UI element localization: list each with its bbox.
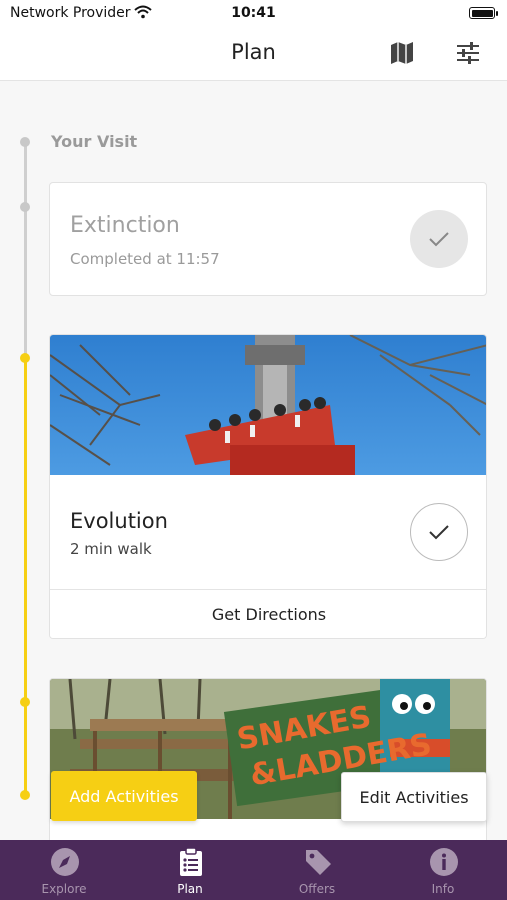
battery-icon xyxy=(469,7,498,19)
tab-label: Explore xyxy=(41,882,87,896)
status-bar: Network Provider 10:41 xyxy=(0,0,507,28)
timeline-dot xyxy=(20,697,30,707)
get-directions-button[interactable]: Get Directions xyxy=(50,590,486,638)
timeline-dot xyxy=(20,137,30,147)
activity-name: Evolution xyxy=(70,509,168,533)
walk-time: 2 min walk xyxy=(70,540,152,558)
clock: 10:41 xyxy=(231,5,276,21)
sliders-icon[interactable] xyxy=(455,40,481,66)
tab-plan[interactable]: Plan xyxy=(127,840,253,900)
timeline-line-past xyxy=(24,142,27,358)
mark-complete-button[interactable] xyxy=(410,503,468,561)
section-label: Your Visit xyxy=(51,132,138,151)
map-icon[interactable] xyxy=(389,40,415,66)
ride-photo xyxy=(50,335,486,475)
activity-name: Extinction xyxy=(70,213,180,238)
clipboard-list-icon xyxy=(180,847,202,876)
tab-info[interactable]: Info xyxy=(380,840,506,900)
nav-bar: Plan xyxy=(0,28,507,81)
tab-label: Info xyxy=(431,882,455,896)
tag-icon xyxy=(306,850,331,875)
info-icon xyxy=(430,848,458,876)
completed-check-button[interactable] xyxy=(410,210,468,268)
timeline-dot xyxy=(20,202,30,212)
activity-card-next[interactable]: SNAKES &LADDERS xyxy=(49,678,487,848)
tab-explore[interactable]: Explore xyxy=(1,840,127,900)
completed-time: Completed at 11:57 xyxy=(70,250,220,268)
check-icon xyxy=(429,232,449,247)
tab-bar: Explore Plan Offers Info xyxy=(0,840,507,900)
compass-icon xyxy=(51,848,79,876)
edit-activities-button[interactable]: Edit Activities xyxy=(341,772,487,822)
tab-label: Offers xyxy=(298,882,336,896)
timeline-dot xyxy=(20,353,30,363)
timeline-dot xyxy=(20,790,30,800)
tab-label: Plan xyxy=(177,882,203,896)
timeline-line-upcoming xyxy=(24,358,27,795)
check-icon xyxy=(429,525,449,540)
page-title: Plan xyxy=(231,40,276,64)
activity-card-upcoming[interactable]: Evolution 2 min walk Get Directions xyxy=(49,334,487,639)
tab-offers[interactable]: Offers xyxy=(254,840,380,900)
add-activities-button[interactable]: Add Activities xyxy=(51,771,197,821)
activity-card-completed[interactable]: Extinction Completed at 11:57 xyxy=(49,182,487,296)
